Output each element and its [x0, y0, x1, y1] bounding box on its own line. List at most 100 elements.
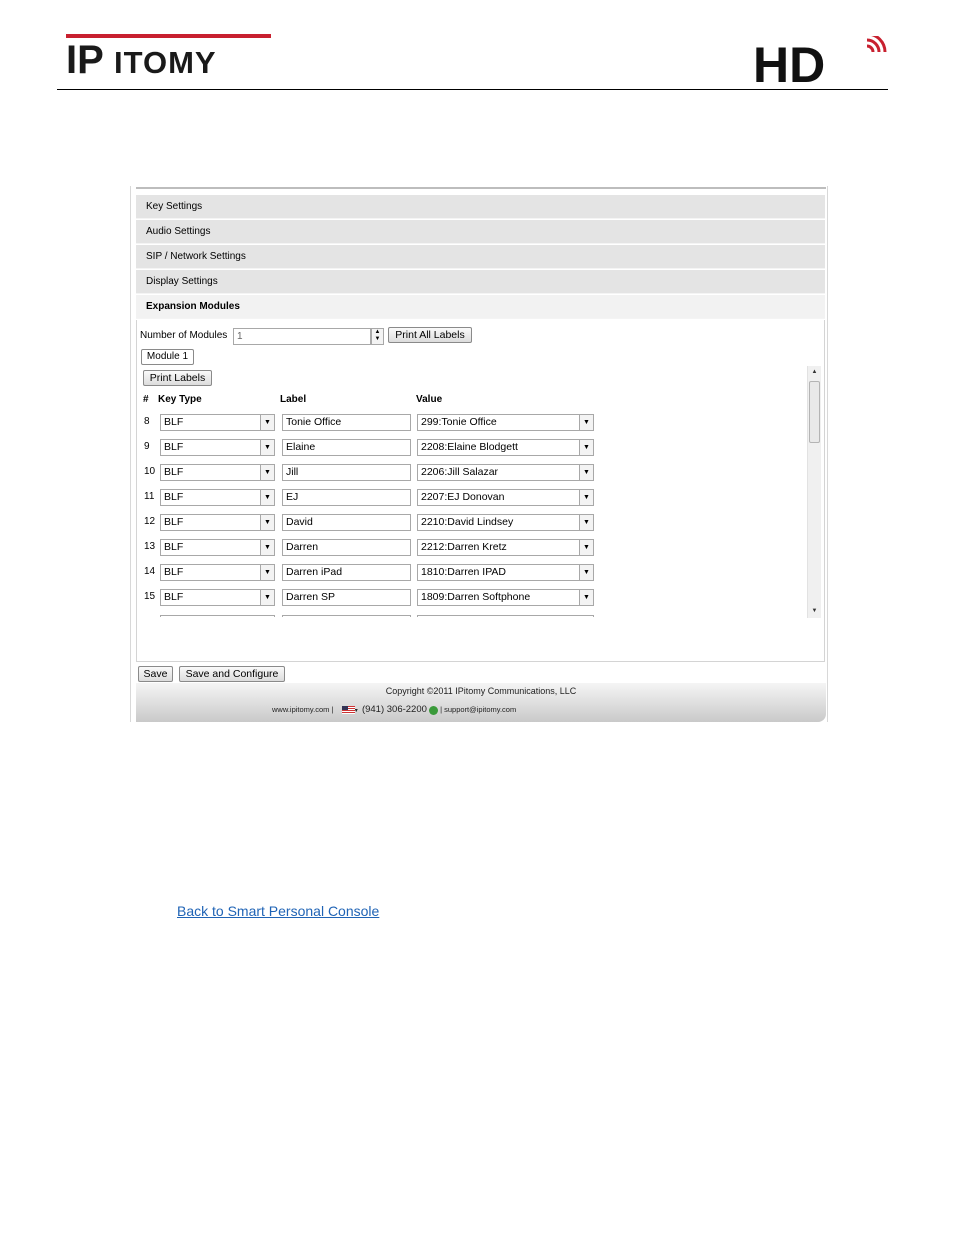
phone-icon	[429, 705, 438, 715]
value-select[interactable]: 299:Tonie Office ▼	[417, 414, 594, 431]
dropdown-arrow-icon[interactable]: ▼	[260, 415, 274, 430]
value-selected: 2206:Jill Salazar	[421, 466, 499, 478]
rows-scrollbar[interactable]: ▲ ▼	[807, 366, 821, 618]
dropdown-arrow-icon[interactable]: ▼	[579, 440, 593, 455]
key-type-value: BLF	[164, 541, 184, 553]
print-all-labels-button[interactable]: Print All Labels	[388, 327, 472, 343]
key-type-select[interactable]: BLF ▼	[160, 539, 275, 556]
key-type-value: BLF	[164, 591, 184, 603]
column-header-num: #	[143, 394, 149, 405]
dropdown-arrow-icon[interactable]: ▼	[579, 465, 593, 480]
phone-number: (941) 306-2200	[361, 704, 427, 715]
panel-top-border	[136, 187, 826, 189]
content-clip	[137, 617, 807, 647]
save-and-configure-button[interactable]: Save and Configure	[179, 666, 285, 682]
dropdown-arrow-icon[interactable]: ▼	[579, 565, 593, 580]
scroll-up-arrow-icon[interactable]: ▲	[808, 366, 821, 379]
footer-links: www.ipitomy.com | ▾ (941) 306-2200 | sup…	[272, 704, 516, 715]
tab-module-1[interactable]: Module 1	[141, 349, 194, 365]
footer: Copyright ©2011 IPitomy Communications, …	[136, 683, 826, 722]
key-type-value: BLF	[164, 566, 184, 578]
dropdown-arrow-icon[interactable]: ▼	[260, 565, 274, 580]
scroll-down-arrow-icon[interactable]: ▼	[808, 605, 821, 618]
dropdown-arrow-icon[interactable]: ▼	[579, 490, 593, 505]
value-select[interactable]: 2212:Darren Kretz ▼	[417, 539, 594, 556]
label-input[interactable]: Darren	[282, 539, 411, 556]
dropdown-arrow-icon[interactable]: ▼	[260, 440, 274, 455]
value-selected: 1809:Darren Softphone	[421, 591, 531, 603]
value-selected: 299:Tonie Office	[421, 416, 497, 428]
copyright-text: Copyright ©2011 IPitomy Communications, …	[385, 686, 577, 696]
key-type-value: BLF	[164, 491, 184, 503]
back-to-console-link[interactable]: Back to Smart Personal Console	[177, 903, 379, 919]
print-labels-button[interactable]: Print Labels	[143, 370, 212, 386]
scroll-thumb[interactable]	[809, 381, 820, 443]
value-select[interactable]: 1810:Darren IPAD ▼	[417, 564, 594, 581]
row-number: 14	[144, 566, 156, 577]
row-number: 12	[144, 516, 156, 527]
us-flag-icon[interactable]	[341, 706, 355, 715]
key-type-select[interactable]: BLF ▼	[160, 514, 275, 531]
accordion-expansion-modules[interactable]: Expansion Modules	[136, 295, 825, 319]
svg-text:ITOMY: ITOMY	[114, 45, 217, 76]
value-select[interactable]: 1809:Darren Softphone ▼	[417, 589, 594, 606]
key-type-value: BLF	[164, 441, 184, 453]
phone-settings-panel: Key Settings Audio Settings SIP / Networ…	[130, 186, 828, 722]
label-input[interactable]: Darren iPad	[282, 564, 411, 581]
dropdown-arrow-icon[interactable]: ▼	[260, 590, 274, 605]
header-divider	[57, 89, 888, 90]
flag-dropdown-icon[interactable]: ▾	[355, 708, 358, 714]
row-number: 10	[144, 466, 156, 477]
ipitomy-logo: IP ITOMY	[66, 34, 271, 76]
dropdown-arrow-icon[interactable]: ▼	[260, 490, 274, 505]
support-email[interactable]: | support@ipitomy.com	[440, 705, 516, 714]
dropdown-arrow-icon[interactable]: ▼	[260, 515, 274, 530]
accordion-sip-network-settings[interactable]: SIP / Network Settings	[136, 245, 825, 269]
key-type-select[interactable]: BLF ▼	[160, 464, 275, 481]
value-selected: 2210:David Lindsey	[421, 516, 514, 528]
save-button[interactable]: Save	[138, 666, 173, 682]
accordion-key-settings[interactable]: Key Settings	[136, 195, 825, 219]
value-select[interactable]: 2208:Elaine Blodgett ▼	[417, 439, 594, 456]
label-input[interactable]: David	[282, 514, 411, 531]
key-type-select[interactable]: BLF ▼	[160, 414, 275, 431]
key-type-value: BLF	[164, 516, 184, 528]
svg-text:IP: IP	[66, 38, 104, 76]
num-modules-spinner[interactable]: ▲ ▼	[371, 328, 384, 345]
website-link[interactable]: www.ipitomy.com |	[272, 705, 333, 714]
row-number: 13	[144, 541, 156, 552]
key-type-select[interactable]: BLF ▼	[160, 589, 275, 606]
label-input[interactable]: EJ	[282, 489, 411, 506]
svg-text:HD: HD	[753, 37, 825, 84]
dropdown-arrow-icon[interactable]: ▼	[260, 540, 274, 555]
value-select[interactable]: 2210:David Lindsey ▼	[417, 514, 594, 531]
value-selected: 2208:Elaine Blodgett	[421, 441, 518, 453]
value-selected: 2207:EJ Donovan	[421, 491, 505, 503]
num-modules-input[interactable]: 1	[233, 328, 371, 345]
dropdown-arrow-icon[interactable]: ▼	[579, 415, 593, 430]
key-type-select[interactable]: BLF ▼	[160, 439, 275, 456]
accordion-audio-settings[interactable]: Audio Settings	[136, 220, 825, 244]
value-select[interactable]: 2206:Jill Salazar ▼	[417, 464, 594, 481]
column-header-value: Value	[416, 394, 443, 405]
key-type-select[interactable]: BLF ▼	[160, 564, 275, 581]
accordion-display-settings[interactable]: Display Settings	[136, 270, 825, 294]
label-input[interactable]: Jill	[282, 464, 411, 481]
column-header-label: Label	[280, 394, 307, 405]
key-type-select[interactable]: BLF ▼	[160, 489, 275, 506]
row-number: 9	[144, 441, 150, 452]
dropdown-arrow-icon[interactable]: ▼	[260, 465, 274, 480]
dropdown-arrow-icon[interactable]: ▼	[579, 590, 593, 605]
key-type-value: BLF	[164, 466, 184, 478]
dropdown-arrow-icon[interactable]: ▼	[579, 515, 593, 530]
value-selected: 1810:Darren IPAD	[421, 566, 507, 578]
label-input[interactable]: Elaine	[282, 439, 411, 456]
dropdown-arrow-icon[interactable]: ▼	[579, 540, 593, 555]
label-input[interactable]: Darren SP	[282, 589, 411, 606]
key-type-value: BLF	[164, 416, 184, 428]
value-selected: 2212:Darren Kretz	[421, 541, 507, 553]
num-modules-label: Number of Modules	[140, 330, 228, 341]
value-select[interactable]: 2207:EJ Donovan ▼	[417, 489, 594, 506]
label-input[interactable]: Tonie Office	[282, 414, 411, 431]
column-header-key-type: Key Type	[158, 394, 202, 405]
